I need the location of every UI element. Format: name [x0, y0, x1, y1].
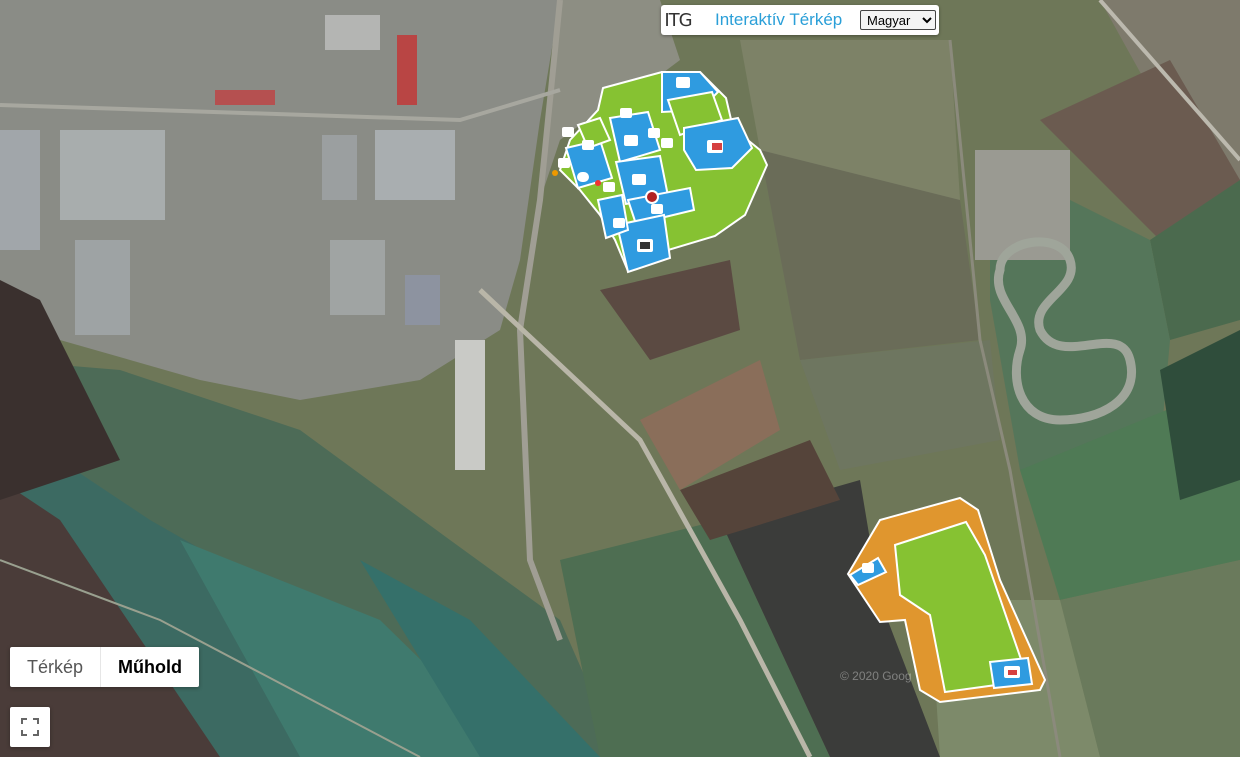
map-type-satellite-button[interactable]: Műhold	[100, 647, 199, 687]
map-type-map-button[interactable]: Térkép	[10, 647, 100, 687]
fullscreen-icon	[21, 718, 39, 736]
fullscreen-button[interactable]	[10, 707, 50, 747]
language-select[interactable]: Magyar	[860, 10, 936, 30]
app-title: Interaktív Térkép	[715, 10, 843, 29]
map-type-control: Térkép Műhold	[10, 647, 200, 687]
satellite-map[interactable]	[0, 0, 1240, 757]
header-bar: ITG Interaktív Térkép Magyar	[661, 5, 939, 35]
map-watermark: © 2020 Goog	[840, 669, 912, 683]
satellite-imagery	[0, 0, 1240, 757]
app-logo: ITG	[664, 9, 692, 31]
